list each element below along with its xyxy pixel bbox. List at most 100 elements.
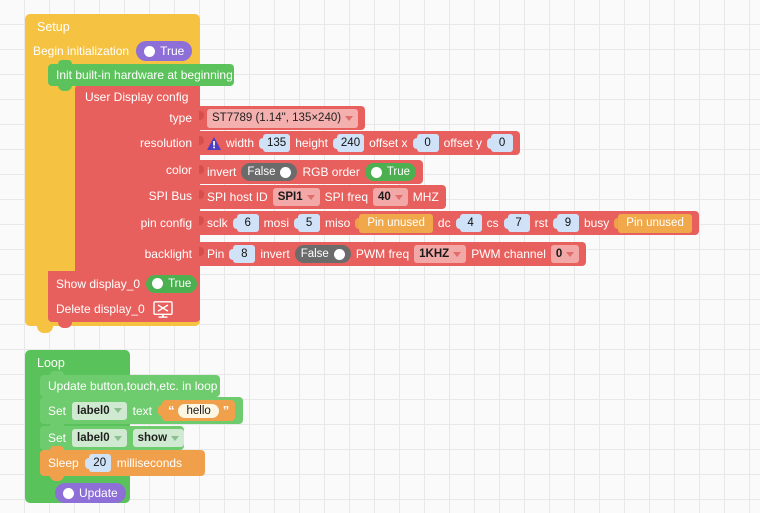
set-show-property-dropdown[interactable]: show [132,429,185,447]
set-text-keyword: Set [48,403,67,418]
sclk-label: sclk [207,216,228,230]
begin-initialization-row[interactable]: Begin initialization True [33,41,193,61]
sclk-field[interactable]: 6 [232,214,259,232]
offset-y-field[interactable]: 0 [487,134,514,152]
cs-field[interactable]: 7 [503,214,530,232]
set-text-value-field[interactable]: “ hello ” [157,400,236,421]
blockly-workspace[interactable]: Setup Begin initialization True Init bui… [0,0,760,513]
update-row[interactable]: Update [55,483,126,503]
toggle-knob-icon [333,248,345,260]
spi-host-id-dropdown[interactable]: SPI1 [272,188,320,206]
mosi-value[interactable]: 5 [298,214,321,232]
spi-host-id-value: SPI1 [277,191,303,203]
config-row-pin-config[interactable]: sclk 6 mosi 5 miso Pin unused dc 4 cs 7 … [199,211,699,235]
begin-initialization-value: True [160,44,185,58]
backlight-invert-toggle[interactable]: False [294,245,351,263]
sleep-label: Sleep [48,456,79,470]
sleep-value[interactable]: 20 [88,454,111,472]
display-type-value: ST7789 (1.14", 135×240) [212,112,342,124]
offset-y-label: offset y [443,136,483,150]
sleep-block[interactable]: Sleep 20 milliseconds [40,446,205,481]
height-value[interactable]: 240 [336,134,365,152]
set-show-keyword: Set [48,431,67,445]
busy-label: busy [583,216,610,230]
set-label-text-block[interactable]: Set label0 text “ hello ” [40,393,243,429]
height-label: height [295,136,328,150]
dc-value[interactable]: 4 [459,214,482,232]
backlight-pin-label: Pin [207,247,225,261]
set-text-property-label: text [132,403,152,418]
string-block[interactable]: “ hello ” [161,400,236,421]
rst-label: rst [534,216,548,230]
dc-field[interactable]: 4 [455,214,482,232]
mosi-label: mosi [263,216,290,230]
miso-value[interactable]: Pin unused [359,213,433,233]
set-text-target-dropdown[interactable]: label0 [72,401,127,420]
begin-initialization-label: Begin initialization [33,44,130,58]
pwm-freq-label: PWM freq [355,247,410,261]
config-row-type[interactable]: ST7789 (1.14", 135×240) [198,106,366,130]
busy-value[interactable]: Pin unused [618,213,692,233]
offset-x-value[interactable]: 0 [416,134,439,152]
chevron-down-icon [113,435,122,441]
cs-label: cs [486,216,499,230]
backlight-pin-value[interactable]: 8 [233,245,256,263]
delete-display-block[interactable]: Delete display_0 [48,296,200,322]
offset-x-field[interactable]: 0 [412,134,439,152]
update-label: Update [79,486,118,500]
sleep-value-field[interactable]: 20 [84,454,111,472]
height-field[interactable]: 240 [332,134,365,152]
set-text-target-value: label0 [77,404,110,417]
pwm-channel-dropdown[interactable]: 0 [550,245,580,263]
width-label: width [226,136,255,150]
sclk-value[interactable]: 6 [236,214,259,232]
monitor-delete-icon[interactable] [153,300,173,318]
show-display-block[interactable]: Show display_0 True [48,271,200,296]
pwm-freq-dropdown[interactable]: 1KHZ [414,245,467,263]
invert-toggle[interactable]: False [241,163,298,181]
open-quote-icon: “ [167,403,175,418]
miso-label: miso [325,216,351,230]
width-field[interactable]: 135 [259,134,291,152]
config-row-color[interactable]: invert False RGB order True [198,160,424,184]
show-display-toggle[interactable]: True [146,274,198,293]
config-row-backlight[interactable]: Pin 8 invert False PWM freq 1KHZ PWM cha… [198,242,587,266]
config-row-resolution[interactable]: width 135 height 240 offset x 0 offset y… [198,131,521,155]
rst-field[interactable]: 9 [552,214,579,232]
spi-freq-value: 40 [378,191,391,203]
config-row-spi-bus[interactable]: SPI host ID SPI1 SPI freq 40 MHZ [199,185,446,209]
warning-icon [207,136,221,150]
busy-field[interactable]: Pin unused [614,213,692,233]
toggle-knob-icon [152,278,164,289]
update-widgets-block[interactable]: Update button,touch,etc. in loop [40,371,220,402]
cs-value[interactable]: 7 [507,214,530,232]
dc-label: dc [437,216,451,230]
begin-initialization-toggle[interactable]: True [136,41,193,61]
chevron-down-icon [171,435,180,441]
config-label-color: color [165,163,192,177]
rgb-order-toggle[interactable]: True [364,163,417,181]
backlight-invert-value: False [300,248,329,260]
backlight-pin-field[interactable]: 8 [229,245,256,263]
string-value[interactable]: hello [178,403,219,418]
width-value[interactable]: 135 [263,134,291,152]
offset-x-label: offset x [369,136,408,150]
spi-freq-unit: MHZ [412,190,439,204]
init-hardware-block[interactable]: Init built-in hardware at beginning [48,60,234,91]
toggle-knob-icon [280,166,292,178]
rst-value[interactable]: 9 [556,214,579,232]
chevron-down-icon [113,408,122,413]
display-type-dropdown[interactable]: ST7789 (1.14", 135×240) [207,108,359,128]
miso-field[interactable]: Pin unused [355,213,433,233]
offset-y-value[interactable]: 0 [491,134,514,152]
update-toggle[interactable]: Update [55,483,126,503]
loop-title: Loop [37,356,65,370]
set-show-target-dropdown[interactable]: label0 [72,429,127,447]
delete-display-connector [58,322,72,328]
spi-freq-dropdown[interactable]: 40 [373,188,408,206]
close-quote-icon: ” [222,403,230,418]
show-display-label: Show display_0 [56,276,141,291]
mosi-field[interactable]: 5 [294,214,321,232]
toggle-knob-icon [63,487,74,499]
pwm-channel-label: PWM channel [471,247,546,261]
